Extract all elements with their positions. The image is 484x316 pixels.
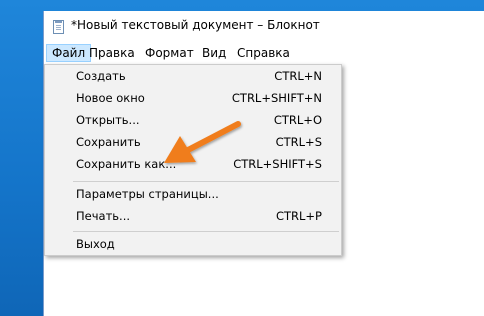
menu-item-save-as[interactable]: Сохранить как... CTRL+SHIFT+S — [45, 154, 341, 176]
menu-item-new-window[interactable]: Новое окно CTRL+SHIFT+N — [45, 88, 341, 110]
menu-item-label: Новое окно — [76, 91, 145, 105]
menu-item-save[interactable]: Сохранить CTRL+S — [45, 132, 341, 154]
menu-item-page-setup[interactable]: Параметры страницы... — [45, 184, 341, 206]
menu-edit[interactable]: Правка — [84, 44, 140, 62]
menu-item-label: Создать — [76, 69, 126, 83]
menu-item-label: Открыть... — [76, 113, 140, 127]
menu-item-label: Параметры страницы... — [76, 187, 219, 201]
menu-item-shortcut: CTRL+SHIFT+S — [233, 157, 322, 171]
menu-item-new[interactable]: Создать CTRL+N — [45, 66, 341, 88]
menu-item-exit[interactable]: Выход — [45, 234, 341, 256]
menu-item-shortcut: CTRL+N — [274, 69, 322, 83]
menu-separator — [73, 231, 339, 232]
window-title: *Новый текстовый документ – Блокнот — [71, 18, 320, 32]
menu-bar: Файл Правка Формат Вид Справка — [44, 42, 484, 64]
title-bar[interactable]: *Новый текстовый документ – Блокнот — [44, 11, 484, 42]
menu-item-open[interactable]: Открыть... CTRL+O — [45, 110, 341, 132]
menu-item-label: Сохранить — [76, 135, 141, 149]
menu-separator — [73, 181, 339, 182]
menu-item-shortcut: CTRL+O — [273, 113, 322, 127]
menu-item-label: Выход — [76, 237, 115, 251]
menu-item-shortcut: CTRL+P — [275, 209, 322, 223]
menu-item-shortcut: CTRL+SHIFT+N — [231, 91, 322, 105]
menu-help[interactable]: Справка — [232, 44, 295, 62]
menu-view[interactable]: Вид — [197, 44, 231, 62]
menu-item-print[interactable]: Печать... CTRL+P — [45, 206, 341, 228]
menu-item-label: Печать... — [76, 209, 131, 223]
notepad-icon — [53, 20, 64, 34]
menu-item-label: Сохранить как... — [76, 157, 177, 171]
menu-format[interactable]: Формат — [140, 44, 199, 62]
file-menu-dropdown: Создать CTRL+N Новое окно CTRL+SHIFT+N О… — [44, 64, 342, 256]
menu-item-shortcut: CTRL+S — [275, 135, 322, 149]
